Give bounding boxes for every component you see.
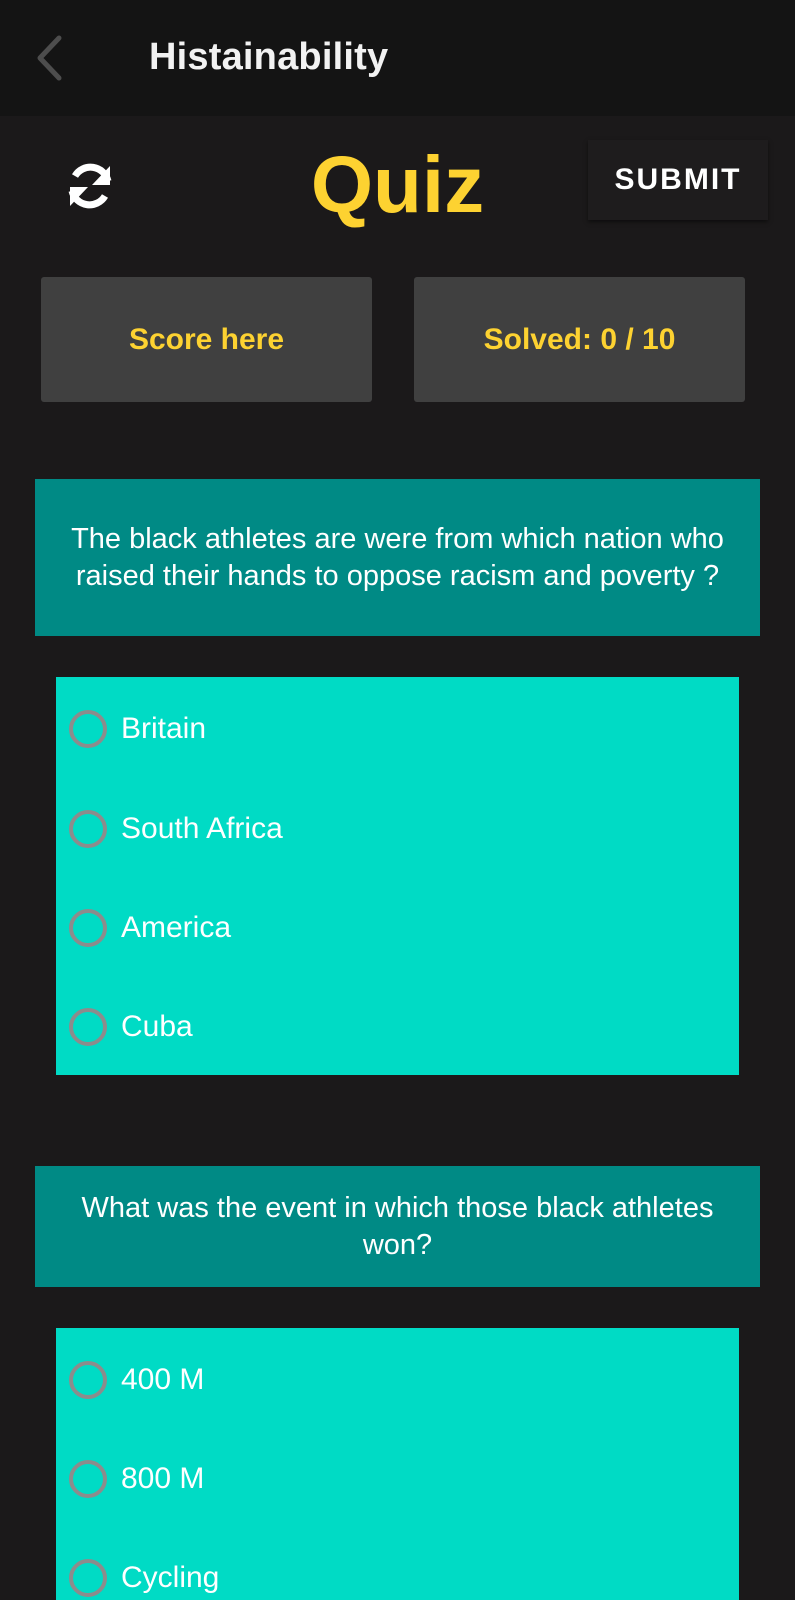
option-label: South Africa xyxy=(121,812,283,845)
option-america[interactable]: America xyxy=(56,893,739,963)
option-label: Cycling xyxy=(121,1561,220,1594)
option-britain[interactable]: Britain xyxy=(56,694,739,764)
question-2-options: 400 M 800 M Cycling xyxy=(56,1328,739,1600)
score-card: Score here xyxy=(41,277,372,402)
option-400m[interactable]: 400 M xyxy=(56,1345,739,1415)
radio-button[interactable] xyxy=(69,1361,107,1399)
app-bar: Histainability xyxy=(0,0,795,116)
question-1-text: The black athletes are were from which n… xyxy=(71,522,724,592)
radio-button[interactable] xyxy=(69,1559,107,1597)
back-button[interactable] xyxy=(24,28,74,88)
solved-card: Solved: 0 / 10 xyxy=(414,277,745,402)
option-south-africa[interactable]: South Africa xyxy=(56,794,739,864)
option-cycling[interactable]: Cycling xyxy=(56,1543,739,1600)
option-label: 800 M xyxy=(121,1462,205,1495)
question-2-text: What was the event in which those black … xyxy=(81,1191,714,1261)
question-1-options: Britain South Africa America Cuba xyxy=(56,677,739,1075)
quiz-screen: Histainability Quiz SUBMIT Score here So… xyxy=(0,0,795,1600)
app-title: Histainability xyxy=(149,36,389,78)
radio-button[interactable] xyxy=(69,710,107,748)
question-1: The black athletes are were from which n… xyxy=(35,479,760,636)
option-label: 400 M xyxy=(121,1363,205,1396)
radio-button[interactable] xyxy=(69,909,107,947)
option-800m[interactable]: 800 M xyxy=(56,1444,739,1514)
option-label: Cuba xyxy=(121,1010,193,1043)
submit-button[interactable]: SUBMIT xyxy=(588,140,768,220)
radio-button[interactable] xyxy=(69,1460,107,1498)
option-cuba[interactable]: Cuba xyxy=(56,992,739,1062)
option-label: America xyxy=(121,911,232,944)
radio-button[interactable] xyxy=(69,810,107,848)
chevron-left-icon xyxy=(37,35,62,81)
question-2: What was the event in which those black … xyxy=(35,1166,760,1287)
option-label: Britain xyxy=(121,712,207,745)
radio-button[interactable] xyxy=(69,1008,107,1046)
